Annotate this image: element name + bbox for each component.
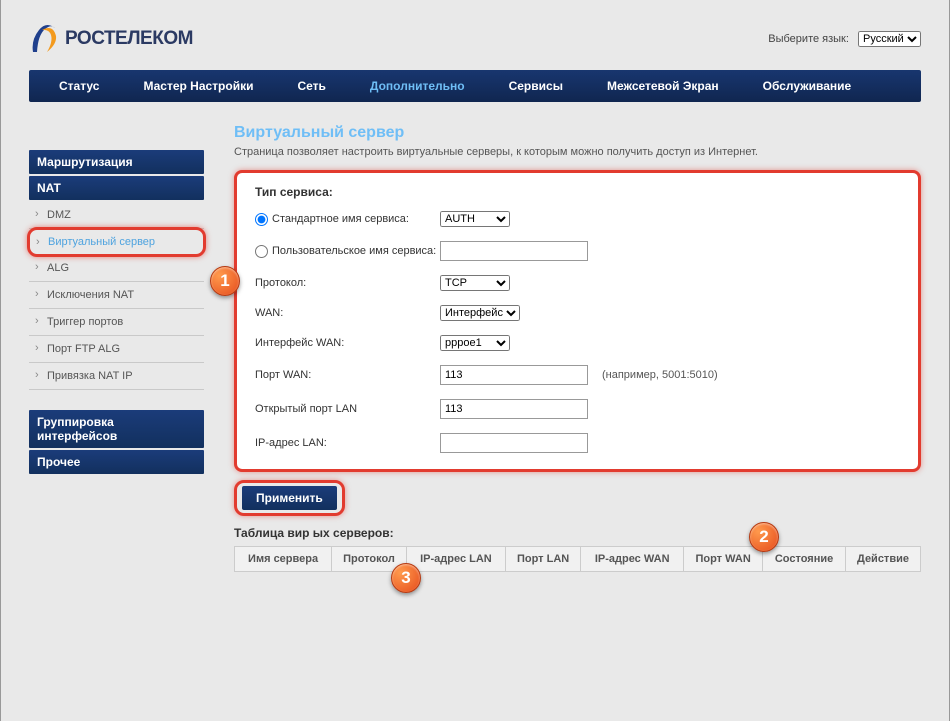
wan-select[interactable]: Интерфейс [440, 305, 520, 321]
virtual-servers-table-title: Таблица вир ых серверов: [234, 526, 921, 540]
standard-service-select[interactable]: AUTH [440, 211, 510, 227]
col-server-name: Имя сервера [235, 547, 332, 572]
sidebar-item-alg[interactable]: ALG [29, 255, 204, 282]
protocol-label: Протокол: [255, 276, 440, 290]
language-label: Выберите язык: [768, 33, 849, 45]
sidebar-item-nat-ip-binding[interactable]: Привязка NAT IP [29, 363, 204, 390]
service-type-label: Тип сервиса: [255, 185, 900, 199]
annotation-badge-3: 3 [391, 563, 421, 593]
nav-services[interactable]: Сервисы [487, 70, 585, 102]
lan-ip-input[interactable] [440, 433, 588, 453]
nav-wizard[interactable]: Мастер Настройки [121, 70, 275, 102]
page-title: Виртуальный сервер [234, 124, 921, 142]
wan-port-input[interactable] [440, 365, 588, 385]
nav-status[interactable]: Статус [37, 70, 121, 102]
col-state: Состояние [763, 547, 846, 572]
sidebar-item-ftp-alg-port[interactable]: Порт FTP ALG [29, 336, 204, 363]
nav-maintenance[interactable]: Обслуживание [741, 70, 874, 102]
logo-icon [29, 22, 59, 56]
custom-service-input[interactable] [440, 241, 588, 261]
sidebar-header-if-grouping[interactable]: Группировка интерфейсов [29, 410, 204, 448]
virtual-server-form: Тип сервиса: Стандартное имя сервиса: AU… [234, 170, 921, 472]
sidebar: Маршрутизация NAT DMZ Виртуальный сервер… [29, 150, 204, 572]
radio-standard-service[interactable] [255, 213, 268, 226]
virtual-servers-table: Имя сервера Протокол IP-адрес LAN Порт L… [234, 546, 921, 572]
sidebar-item-port-trigger[interactable]: Триггер портов [29, 309, 204, 336]
sidebar-header-routing[interactable]: Маршрутизация [29, 150, 204, 174]
wan-port-label: Порт WAN: [255, 368, 440, 382]
language-select[interactable]: Русский [858, 31, 921, 47]
annotation-badge-1: 1 [210, 266, 240, 296]
top-nav: Статус Мастер Настройки Сеть Дополнитель… [29, 70, 921, 102]
col-lan-ip: IP-адрес LAN [406, 547, 505, 572]
nav-firewall[interactable]: Межсетевой Экран [585, 70, 741, 102]
language-picker: Выберите язык: Русский [768, 31, 921, 47]
col-action: Действие [845, 547, 920, 572]
lan-open-port-input[interactable] [440, 399, 588, 419]
wan-interface-select[interactable]: pppoe1 [440, 335, 510, 351]
col-lan-port: Порт LAN [505, 547, 580, 572]
apply-wrap: Применить [234, 480, 345, 516]
col-wan-port: Порт WAN [684, 547, 763, 572]
wan-interface-label: Интерфейс WAN: [255, 336, 440, 350]
radio-custom-service[interactable] [255, 245, 268, 258]
apply-button[interactable]: Применить [242, 486, 337, 510]
lan-open-port-label: Открытый порт LAN [255, 402, 440, 416]
main-content: Виртуальный сервер Страница позволяет на… [234, 124, 921, 572]
protocol-select[interactable]: TCP [440, 275, 510, 291]
sidebar-item-nat-exceptions[interactable]: Исключения NAT [29, 282, 204, 309]
nav-network[interactable]: Сеть [275, 70, 347, 102]
page-desc: Страница позволяет настроить виртуальные… [234, 146, 921, 158]
wan-port-hint: (например, 5001:5010) [602, 369, 718, 381]
custom-service-label: Пользовательское имя сервиса: [272, 244, 436, 258]
wan-label: WAN: [255, 306, 440, 320]
brand-name: РОСТЕЛЕКОМ [65, 28, 193, 50]
annotation-badge-2: 2 [749, 522, 779, 552]
standard-service-label: Стандартное имя сервиса: [272, 212, 409, 226]
brand-logo: РОСТЕЛЕКОМ [29, 22, 193, 56]
col-wan-ip: IP-адрес WAN [581, 547, 684, 572]
sidebar-header-nat[interactable]: NAT [29, 176, 204, 200]
sidebar-item-virtual-server[interactable]: Виртуальный сервер [27, 227, 206, 257]
sidebar-header-other[interactable]: Прочее [29, 450, 204, 474]
nav-advanced[interactable]: Дополнительно [348, 70, 487, 102]
sidebar-item-dmz[interactable]: DMZ [29, 202, 204, 229]
lan-ip-label: IP-адрес LAN: [255, 436, 440, 450]
